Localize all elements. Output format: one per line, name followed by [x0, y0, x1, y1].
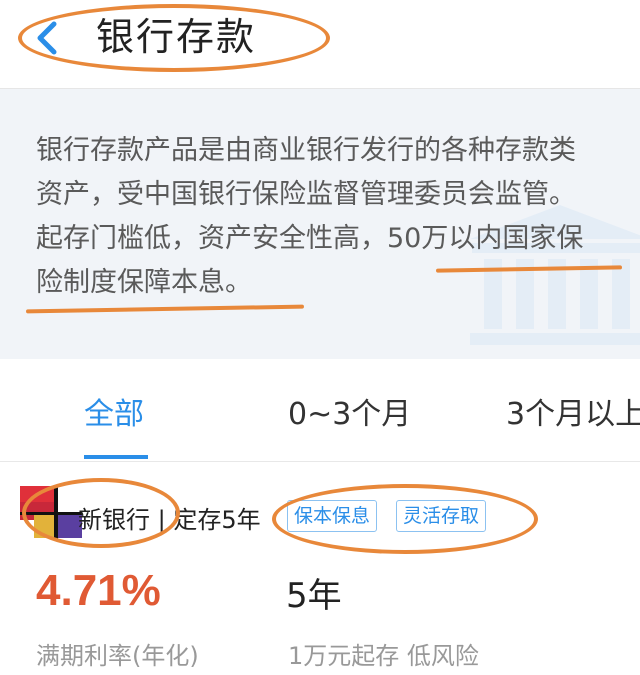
tab-3-months-plus[interactable]: 3个月以上 — [506, 389, 640, 433]
product-card[interactable]: 新银行 | 定存5年 保本保息 灵活存取 4.71% 5年 满期利率(年化) 1… — [0, 462, 640, 675]
intro-line-2: 资产，受中国银行保险监督管理委员会监管。 — [36, 179, 576, 210]
term-description: 1万元起存 低风险 — [288, 642, 479, 670]
chevron-left-icon[interactable] — [28, 18, 68, 58]
tab-bar: 全部 0~3个月 3个月以上 — [0, 359, 640, 462]
interest-rate: 4.71% — [36, 566, 161, 615]
page-title: 银行存款 — [96, 15, 257, 59]
intro-description: 银行存款产品是由商业银行发行的各种存款类 资产，受中国银行保险监督管理委员会监管… — [36, 129, 640, 305]
interest-rate-label: 满期利率(年化) — [36, 642, 199, 670]
annotation-underline-2 — [25, 304, 305, 314]
bank-logo-icon — [20, 486, 82, 540]
active-tab-indicator — [84, 455, 148, 459]
intro-line-3: 起存门槛低，资产安全性高，50万以内国家保 — [36, 223, 584, 254]
tag-flexible-withdrawal: 灵活存取 — [396, 500, 487, 532]
app-header: 银行存款 — [0, 0, 640, 89]
tab-all[interactable]: 全部 — [84, 389, 144, 433]
term-value: 5年 — [286, 576, 342, 616]
section-gap — [0, 345, 640, 359]
tab-0-3-months[interactable]: 0~3个月 — [288, 389, 411, 433]
tag-principal-guaranteed: 保本保息 — [287, 500, 378, 532]
intro-line-1: 银行存款产品是由商业银行发行的各种存款类 — [36, 135, 576, 166]
product-name: 新银行 | 定存5年 — [78, 506, 261, 534]
intro-panel: 银行存款产品是由商业银行发行的各种存款类 资产，受中国银行保险监督管理委员会监管… — [0, 89, 640, 345]
